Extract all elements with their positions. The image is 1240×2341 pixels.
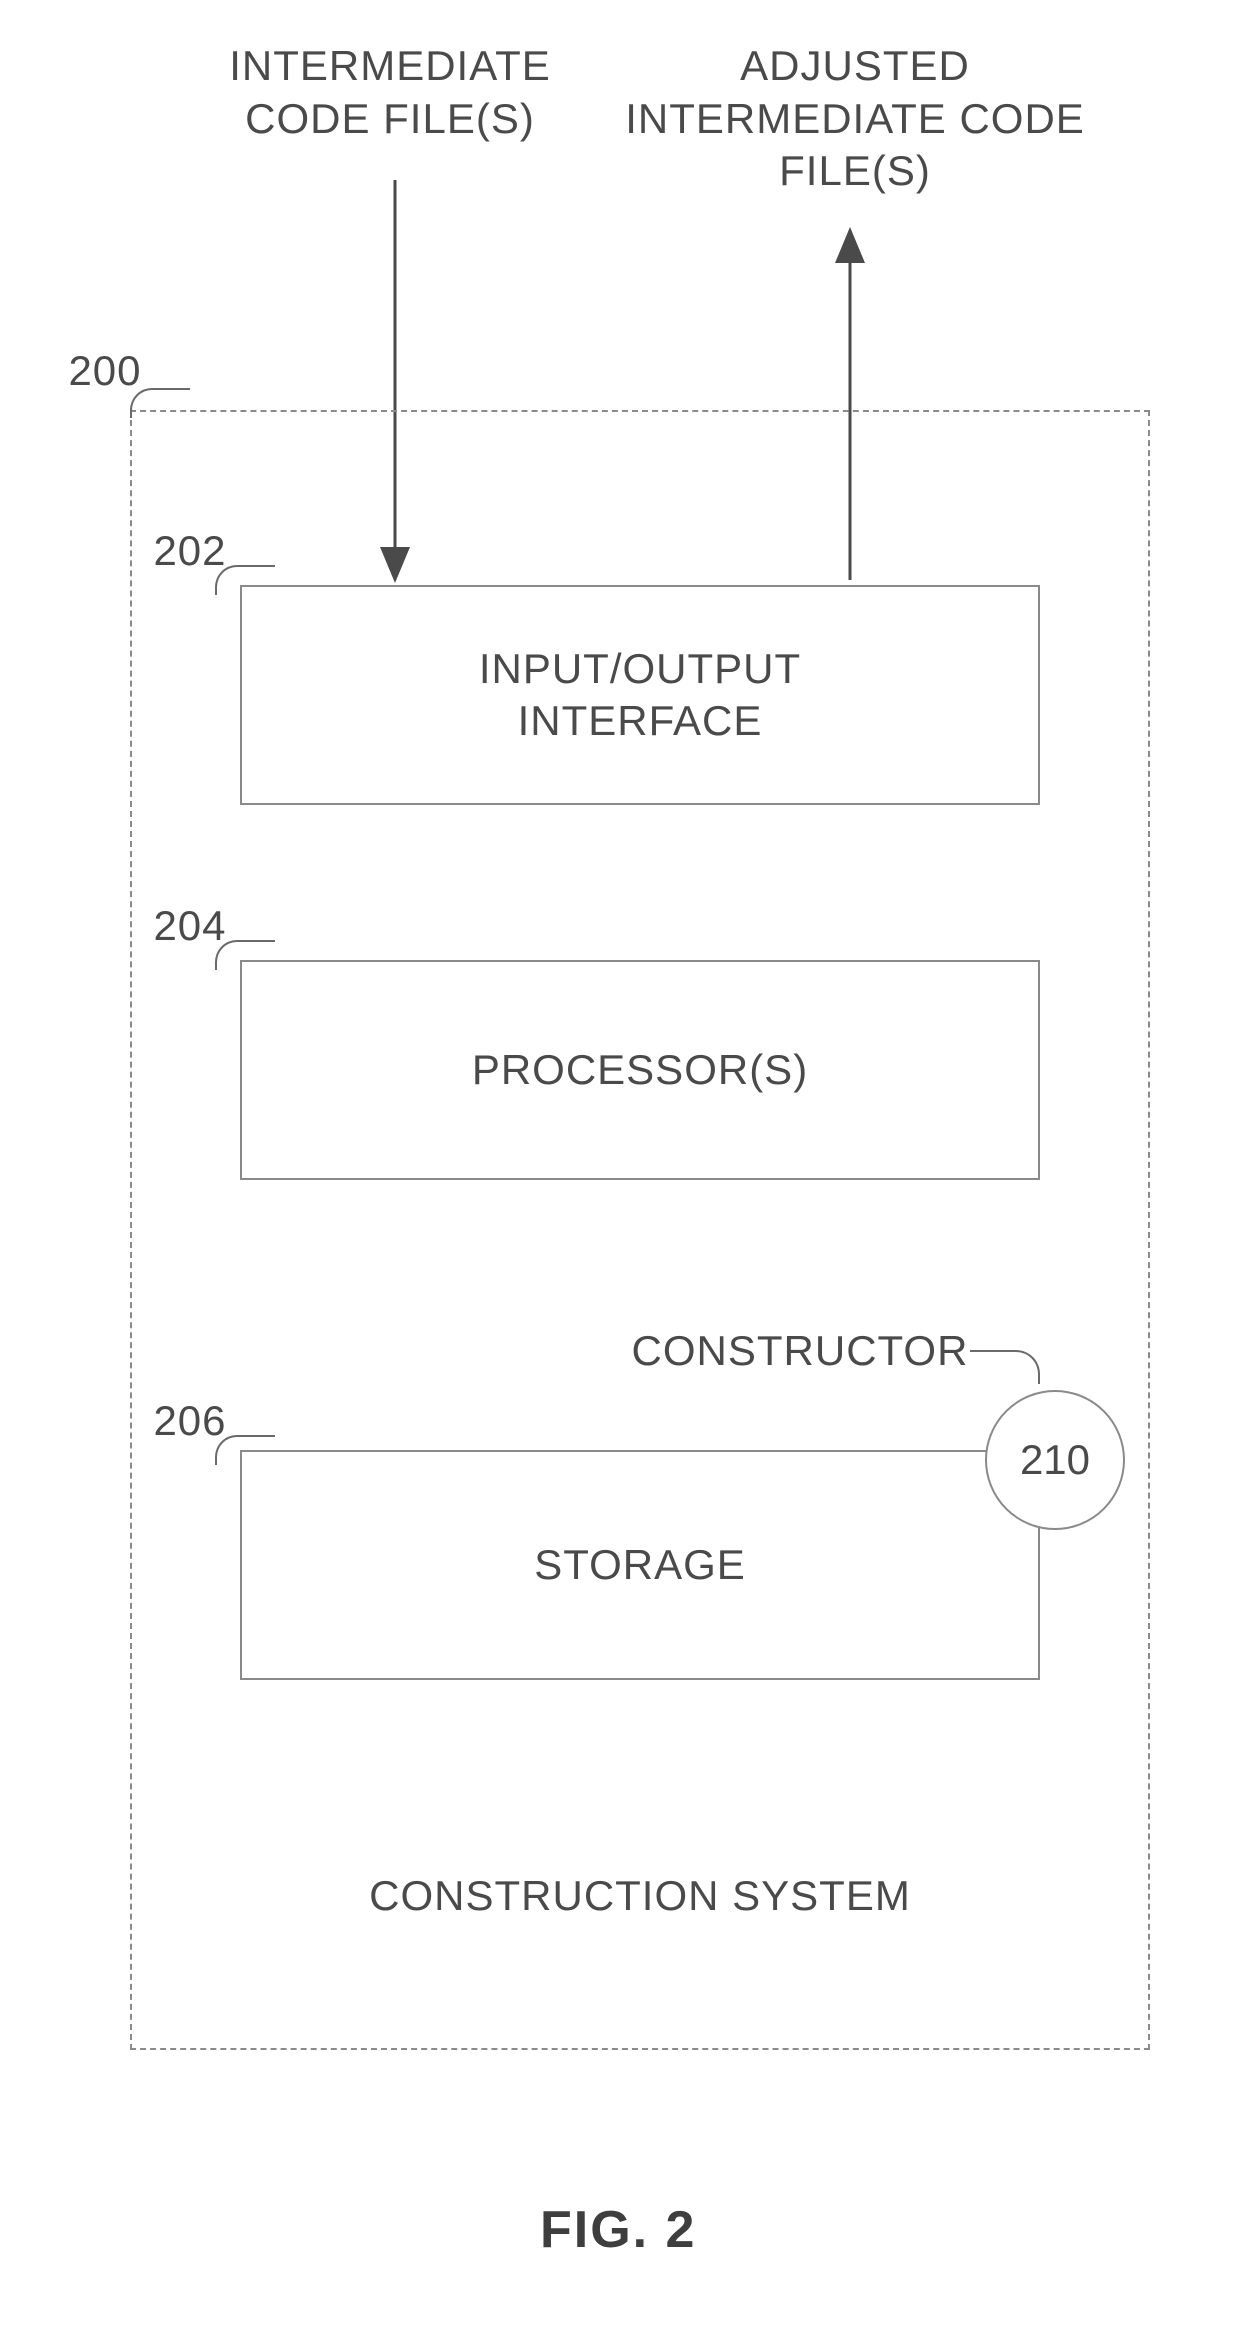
constructor-leader — [970, 1350, 1040, 1384]
figure-caption: FIG. 2 — [540, 2200, 696, 2260]
ref-202-leader — [215, 565, 275, 595]
ref-200: 200 — [60, 345, 150, 398]
label-constructor: CONSTRUCTOR — [620, 1325, 980, 1378]
storage-box: STORAGE — [240, 1450, 1040, 1680]
diagram-stage: INTERMEDIATE CODE FILE(S) ADJUSTED INTER… — [0, 0, 1240, 2341]
processor-box: PROCESSOR(S) — [240, 960, 1040, 1180]
io-interface-box: INPUT/OUTPUT INTERFACE — [240, 585, 1040, 805]
constructor-circle: 210 — [985, 1390, 1125, 1530]
ref-200-leader — [130, 388, 190, 418]
ref-204-leader — [215, 940, 275, 970]
ref-206-leader — [215, 1435, 275, 1465]
ref-210: 210 — [1020, 1436, 1090, 1484]
label-construction-system: CONSTRUCTION SYSTEM — [310, 1870, 970, 1923]
